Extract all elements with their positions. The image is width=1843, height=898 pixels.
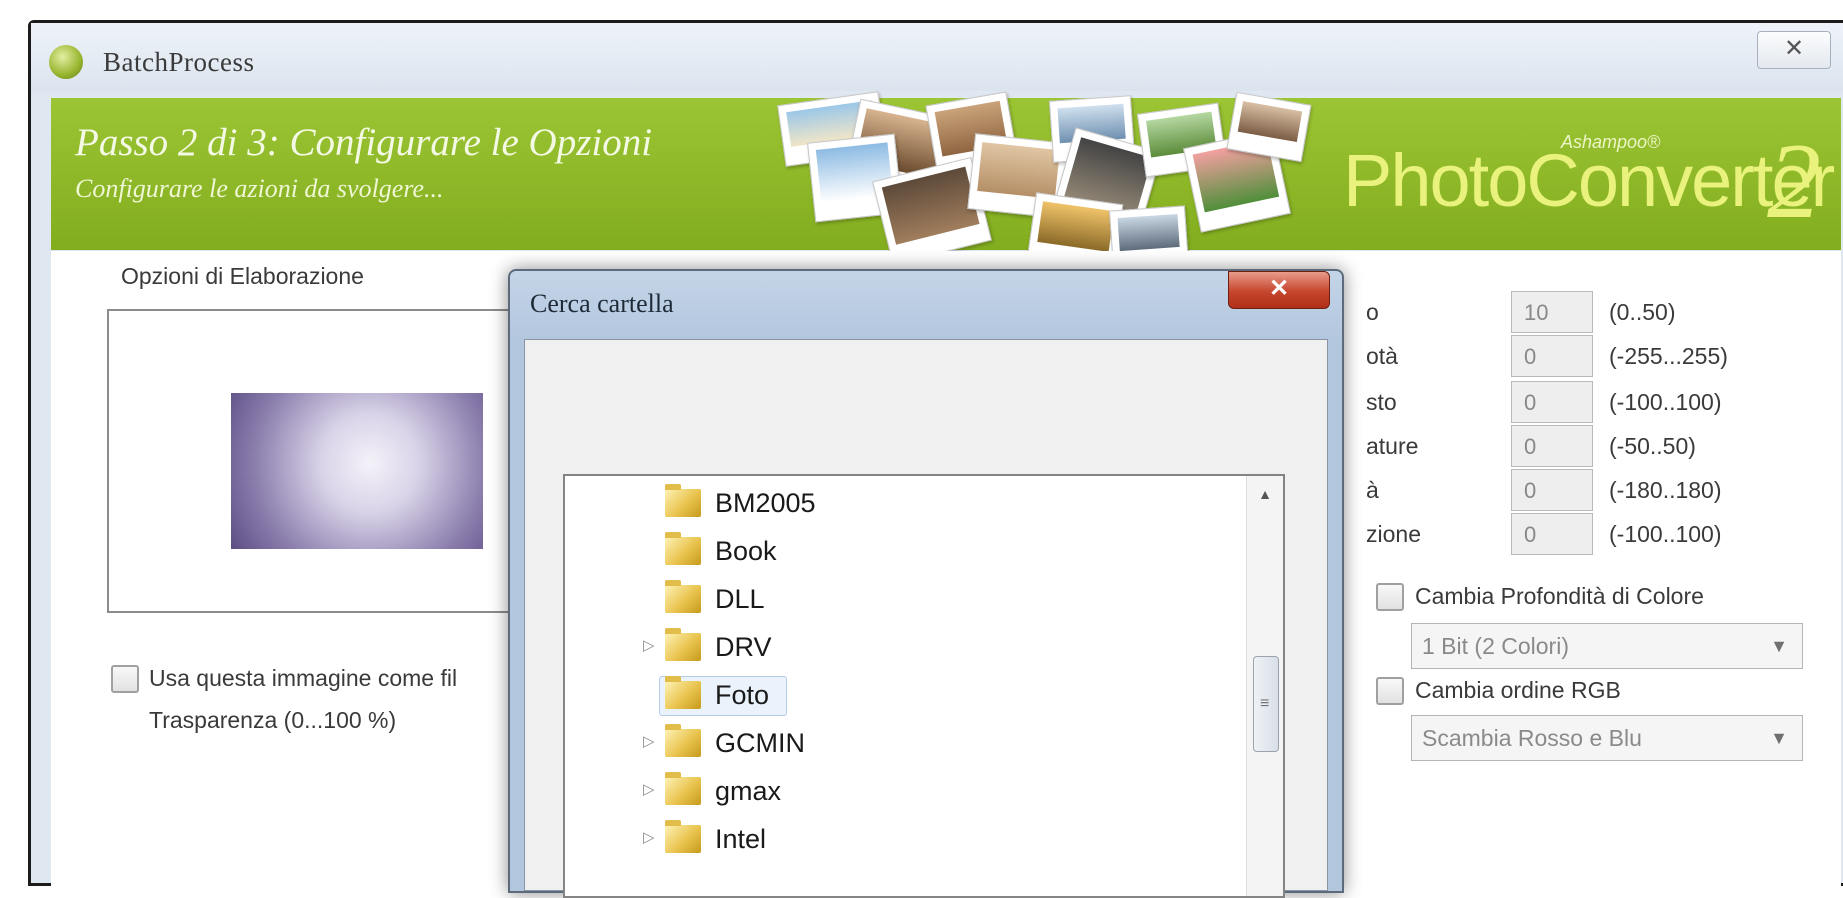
adjustment-range-0: (0..50) <box>1609 299 1676 325</box>
folder-icon <box>665 628 701 661</box>
color-depth-selected-value: 1 Bit (2 Colori) <box>1422 633 1569 659</box>
window-close-button[interactable]: ✕ <box>1757 31 1831 69</box>
step-title: Passo 2 di 3: Configurare le Opzioni <box>75 121 653 164</box>
color-depth-select[interactable]: 1 Bit (2 Colori) ▼ <box>1411 623 1803 669</box>
expand-arrow-icon[interactable]: ▷ <box>643 828 655 846</box>
folder-tree[interactable]: BM2005 Book DLL ▷ DRV Foto ▷ GCMIN ▷ gma… <box>563 474 1285 898</box>
folder-name: gmax <box>715 776 782 806</box>
chevron-down-icon: ▼ <box>1770 728 1788 748</box>
adjustment-range-4: (-180..180) <box>1609 477 1722 503</box>
adjustment-label-0: o <box>1366 299 1379 325</box>
window-title: BatchProcess <box>103 47 255 77</box>
folder-name: Intel <box>715 824 767 854</box>
adjustment-label-2: sto <box>1366 389 1397 415</box>
dialog-title: Cerca cartella <box>530 289 674 318</box>
tree-item[interactable]: ▷ gmax <box>565 772 1245 812</box>
rgb-order-select[interactable]: Scambia Rosso e Blu ▼ <box>1411 715 1803 761</box>
app-icon <box>49 45 83 79</box>
adjustment-field-0[interactable]: 10 <box>1511 291 1593 333</box>
tree-item[interactable]: Book <box>565 532 1245 572</box>
tree-item-selected[interactable]: Foto <box>565 676 1245 716</box>
adjustment-label-1: otà <box>1366 343 1398 369</box>
folder-name: Book <box>715 536 777 566</box>
expand-arrow-icon[interactable]: ▷ <box>643 732 655 750</box>
adjustment-label-3: ature <box>1366 433 1419 459</box>
adjustment-field-1[interactable]: 0 <box>1511 335 1593 377</box>
title-bar: BatchProcess ✕ <box>31 23 1843 91</box>
expand-arrow-icon[interactable]: ▷ <box>643 636 655 654</box>
tree-scrollbar[interactable]: ▲ ≡ <box>1246 476 1283 896</box>
preview-image <box>231 393 483 549</box>
adjustment-field-4[interactable]: 0 <box>1511 469 1593 511</box>
adjustment-field-3[interactable]: 0 <box>1511 425 1593 467</box>
grip-icon: ≡ <box>1260 695 1270 712</box>
tree-item[interactable]: ▷ DRV <box>565 628 1245 668</box>
browse-folder-dialog: Cerca cartella ✕ BM2005 Book DLL ▷ DRV F… <box>508 269 1344 898</box>
folder-name: DLL <box>715 584 765 614</box>
folder-icon <box>665 580 701 613</box>
adjustment-label-4: à <box>1366 477 1379 503</box>
step-banner: Passo 2 di 3: Configurare le Opzioni Con… <box>51 91 1841 272</box>
adjustment-range-1: (-255...255) <box>1609 343 1728 369</box>
adjustment-field-2[interactable]: 0 <box>1511 381 1593 423</box>
expand-arrow-icon[interactable]: ▷ <box>643 780 655 798</box>
rgb-order-checkbox[interactable] <box>1376 677 1404 705</box>
folder-icon <box>665 484 701 517</box>
adjustment-field-5[interactable]: 0 <box>1511 513 1593 555</box>
rgb-order-selected-value: Scambia Rosso e Blu <box>1422 725 1642 751</box>
adjustment-range-5: (-100..100) <box>1609 521 1722 547</box>
adjustment-range-3: (-50..50) <box>1609 433 1696 459</box>
tree-item[interactable]: DLL <box>565 580 1245 620</box>
adjustment-range-2: (-100..100) <box>1609 389 1722 415</box>
preview-box <box>107 309 551 613</box>
transparency-label: Trasparenza (0...100 %) <box>149 707 397 733</box>
brand-name: PhotoConverter <box>1343 139 1835 222</box>
rgb-order-checkbox-label: Cambia ordine RGB <box>1415 677 1621 703</box>
use-image-checkbox[interactable] <box>111 665 139 693</box>
color-depth-checkbox[interactable] <box>1376 583 1404 611</box>
folder-name: Foto <box>715 680 770 710</box>
folder-icon <box>665 676 701 709</box>
tree-item[interactable]: ▷ GCMIN <box>565 724 1245 764</box>
chevron-down-icon: ▼ <box>1770 636 1788 656</box>
tree-item[interactable]: BM2005 <box>565 484 1245 524</box>
adjustment-label-5: zione <box>1366 521 1421 547</box>
brand-version: 2 <box>1767 122 1821 241</box>
folder-icon <box>665 820 701 853</box>
folder-icon <box>665 772 701 805</box>
tree-item[interactable]: ▷ Intel <box>565 820 1245 860</box>
processing-options-label: Opzioni di Elaborazione <box>121 263 364 289</box>
folder-name: GCMIN <box>715 728 805 758</box>
color-depth-checkbox-label: Cambia Profondità di Colore <box>1415 583 1704 609</box>
dialog-close-button[interactable]: ✕ <box>1228 271 1330 309</box>
scroll-thumb[interactable]: ≡ <box>1253 656 1279 752</box>
folder-icon <box>665 724 701 757</box>
use-image-checkbox-label: Usa questa immagine come fil <box>149 665 458 691</box>
folder-name: BM2005 <box>715 488 816 518</box>
scroll-up-icon[interactable]: ▲ <box>1247 476 1283 512</box>
folder-name: DRV <box>715 632 772 662</box>
step-subtitle: Configurare le azioni da svolgere... <box>75 174 444 203</box>
folder-icon <box>665 532 701 565</box>
dialog-body: BM2005 Book DLL ▷ DRV Foto ▷ GCMIN ▷ gma… <box>524 339 1328 898</box>
